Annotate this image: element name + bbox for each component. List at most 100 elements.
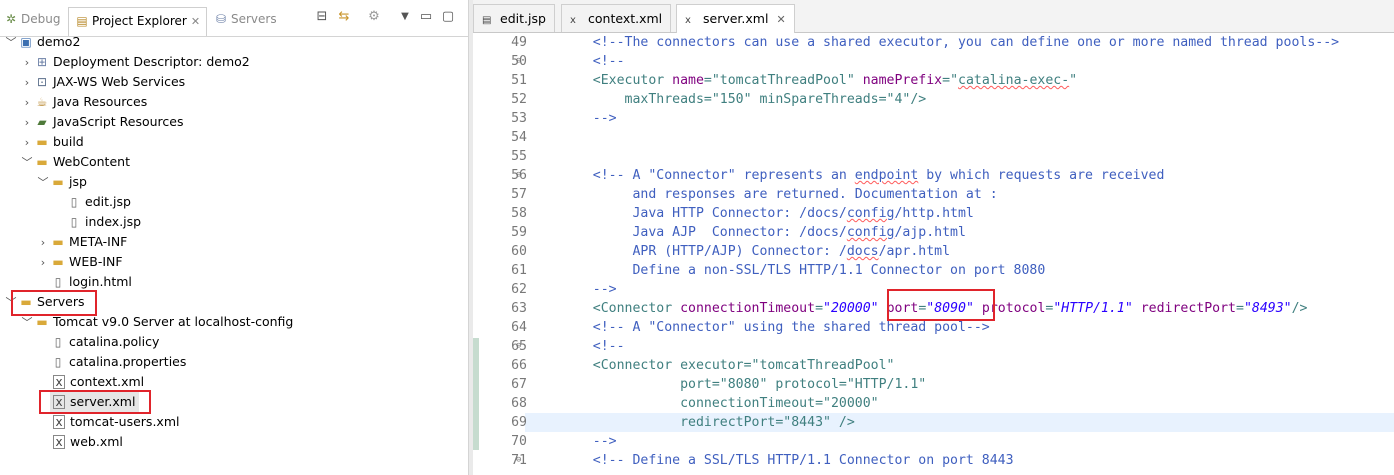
code-token: Define a non-SSL/TLS HTTP/1.1 Connector … — [561, 263, 1046, 278]
fold-toggle-icon[interactable]: ⊖ — [516, 166, 526, 185]
fold-toggle-icon[interactable]: ⊖ — [516, 451, 526, 470]
maximize-icon[interactable]: ▢ — [440, 9, 456, 25]
code-token: maxThreads="150" minSpareThreads="4"/> — [561, 92, 927, 107]
code-line[interactable]: <!-- A "Connector" represents an endpoin… — [561, 166, 1165, 185]
tree-item-web-inf[interactable]: › ▬ WEB-INF — [36, 252, 123, 272]
chevron-right-icon[interactable]: › — [20, 133, 34, 153]
code-token: <!-- A "Connector" using the shared thre… — [561, 320, 990, 335]
code-token: /> — [1291, 301, 1308, 316]
code-line[interactable]: <!-- — [561, 52, 625, 71]
chevron-right-icon[interactable]: › — [20, 73, 34, 93]
tree-item-jsp[interactable]: ﹀ ▬ jsp — [36, 172, 87, 192]
tab-debug[interactable]: ✲ Debug — [4, 8, 61, 30]
xml-file-icon: x — [53, 375, 65, 389]
chevron-down-icon[interactable]: ﹀ — [20, 153, 34, 173]
javascript-resources-icon: ▰ — [37, 115, 47, 129]
tree-item-webcontent[interactable]: ﹀ ▬ WebContent — [20, 152, 130, 172]
code-line[interactable]: port="8080" protocol="HTTP/1.1" — [561, 375, 926, 394]
code-line[interactable]: Java HTTP Connector: /docs/config/http.h… — [561, 204, 973, 223]
code-line[interactable]: --> — [561, 432, 617, 451]
chevron-right-icon[interactable]: › — [20, 53, 34, 73]
debug-icon: ✲ — [5, 12, 17, 26]
code-line[interactable]: redirectPort="8443" /> — [561, 413, 855, 432]
tree-item-label: WebContent — [53, 154, 130, 169]
chevron-right-icon[interactable]: › — [36, 233, 50, 253]
file-icon: ▯ — [54, 335, 62, 349]
chevron-down-icon[interactable]: ﹀ — [36, 173, 50, 193]
code-token: Java AJP Connector: /docs/ — [561, 225, 847, 240]
code-line[interactable]: APR (HTTP/AJP) Connector: /docs/apr.html — [561, 242, 950, 261]
tree-item-label: catalina.properties — [69, 354, 187, 369]
code-line[interactable]: <!--The connectors can use a shared exec… — [561, 33, 1339, 52]
code-token: <Connector — [561, 301, 681, 316]
code-token: --> — [561, 434, 617, 449]
tab-context-xml[interactable]: x context.xml — [561, 4, 672, 32]
chevron-down-icon[interactable]: ﹀ — [20, 313, 34, 333]
code-token: <!-- — [561, 339, 625, 354]
tree-item-meta-inf[interactable]: › ▬ META-INF — [36, 232, 128, 253]
tree-item-login-html[interactable]: ▯ login.html — [50, 272, 132, 292]
collapse-all-icon[interactable]: ⊟ — [314, 9, 330, 25]
tab-edit-jsp[interactable]: ▤ edit.jsp — [473, 4, 555, 32]
tree-item-java-resources[interactable]: › ☕ Java Resources — [20, 92, 147, 112]
tree-item-edit-jsp[interactable]: ▯ edit.jsp — [66, 192, 131, 212]
tree-item-catalina-properties[interactable]: ▯ catalina.properties — [50, 352, 187, 372]
tree-item-javascript-resources[interactable]: › ▰ JavaScript Resources — [20, 112, 184, 133]
code-line[interactable]: Java AJP Connector: /docs/config/ajp.htm… — [561, 223, 965, 242]
tree-item-index-jsp[interactable]: ▯ index.jsp — [66, 212, 141, 232]
tree-item-deployment-descriptor[interactable]: › ⊞ Deployment Descriptor: demo2 — [20, 52, 250, 72]
line-number: 63 — [511, 301, 527, 316]
chevron-down-icon[interactable]: ﹀ — [4, 33, 18, 53]
code-line[interactable]: connectionTimeout="20000" — [561, 394, 879, 413]
code-line[interactable]: and responses are returned. Documentatio… — [561, 185, 997, 204]
code-line[interactable]: --> — [561, 109, 617, 128]
view-menu-icon[interactable]: ▼ — [397, 9, 413, 25]
tab-project-explorer[interactable]: ▤ Project Explorer ✕ — [68, 7, 208, 36]
code-line[interactable]: <Executor name="tomcatThreadPool" namePr… — [561, 71, 1077, 90]
code-line[interactable]: Define a non-SSL/TLS HTTP/1.1 Connector … — [561, 261, 1045, 280]
code-token: connectionTimeout — [680, 301, 816, 316]
code-editor[interactable]: 49 <!--The connectors can use a shared e… — [473, 33, 1394, 475]
tab-label: Servers — [231, 12, 277, 26]
code-token: <Connector executor="tomcatThreadPool" — [561, 358, 895, 373]
tree-item-label: WEB-INF — [69, 254, 123, 269]
code-line[interactable]: --> — [561, 280, 617, 299]
line-number: 64 — [511, 320, 527, 335]
code-token: "HTTP/1.1" — [1053, 301, 1133, 316]
tree-item-context-xml[interactable]: x context.xml — [50, 372, 144, 392]
tree-item-catalina-policy[interactable]: ▯ catalina.policy — [50, 332, 160, 352]
line-number: 61 — [511, 263, 527, 278]
folder-open-icon: ▬ — [52, 175, 64, 189]
code-line[interactable]: <Connector executor="tomcatThreadPool" — [561, 356, 895, 375]
link-with-editor-icon[interactable]: ⇆ — [336, 9, 352, 25]
code-token: config — [846, 206, 895, 221]
chevron-right-icon[interactable]: › — [36, 253, 50, 273]
tab-server-xml[interactable]: x server.xml ✕ — [676, 4, 795, 33]
chevron-right-icon[interactable]: › — [20, 113, 34, 133]
minimize-icon[interactable]: ▭ — [418, 9, 434, 25]
close-icon[interactable]: ✕ — [191, 15, 200, 28]
tree-item-build[interactable]: › ▬ build — [20, 132, 84, 152]
fold-toggle-icon[interactable]: ⊖ — [516, 337, 526, 356]
code-line[interactable]: <!-- Define a SSL/TLS HTTP/1.1 Connector… — [561, 451, 1014, 470]
code-token: <!-- — [561, 54, 625, 69]
close-icon[interactable]: ✕ — [776, 13, 785, 26]
code-line[interactable]: <!-- — [561, 337, 625, 356]
tree-item-label: Deployment Descriptor: demo2 — [53, 54, 250, 69]
tab-label: Debug — [21, 12, 61, 26]
tree-item-tomcat-users-xml[interactable]: x tomcat-users.xml — [50, 412, 179, 432]
tree-item-web-xml[interactable]: x web.xml — [50, 432, 123, 452]
code-token: = — [1236, 301, 1244, 316]
fold-toggle-icon[interactable]: ⊖ — [516, 52, 526, 71]
code-line[interactable]: maxThreads="150" minSpareThreads="4"/> — [561, 90, 927, 109]
line-number: 52 — [511, 92, 527, 107]
chevron-right-icon[interactable]: › — [20, 93, 34, 113]
tree-item-jax-ws[interactable]: › ⊡ JAX-WS Web Services — [20, 72, 185, 92]
tab-servers[interactable]: ⛁ Servers — [214, 8, 277, 30]
tree-item-demo2[interactable]: ﹀ ▣ demo2 — [4, 32, 81, 53]
filters-icon[interactable]: ⚙ — [366, 9, 382, 25]
code-token: config — [846, 225, 895, 240]
code-token: <Executor — [561, 73, 673, 88]
tree-item-label: JavaScript Resources — [53, 114, 184, 129]
